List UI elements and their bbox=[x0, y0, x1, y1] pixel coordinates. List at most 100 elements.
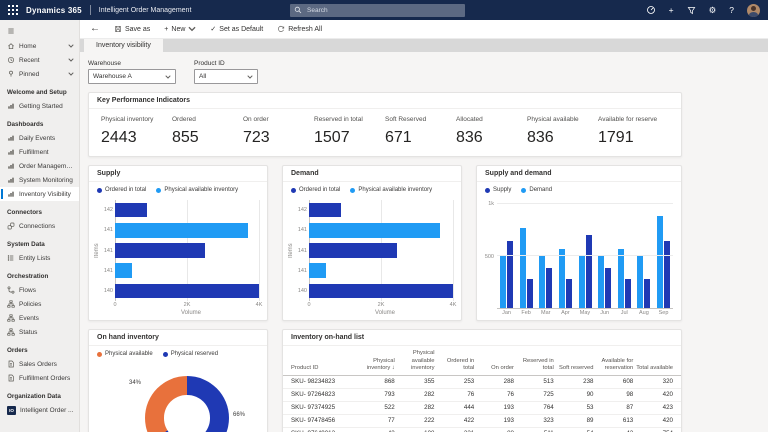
table-cell: 98 bbox=[594, 391, 634, 398]
bar[interactable] bbox=[598, 256, 604, 308]
quick-create-icon[interactable]: + bbox=[669, 6, 674, 15]
column-header[interactable]: On order bbox=[474, 363, 514, 375]
settings-gear-icon[interactable]: ⚙ bbox=[709, 6, 717, 15]
legend-item[interactable]: Physical available bbox=[97, 351, 153, 357]
table-row[interactable]: SKU- 97649012 42 108 331 88 511 54 42 75… bbox=[283, 428, 681, 432]
sidebar-item-flows[interactable]: Flows bbox=[0, 283, 79, 297]
column-header[interactable]: Physical available inventory bbox=[395, 348, 435, 375]
bar[interactable] bbox=[546, 268, 552, 308]
sidebar-item-daily-events[interactable]: Daily Events bbox=[0, 131, 79, 145]
bar[interactable] bbox=[507, 241, 513, 308]
filter-icon[interactable] bbox=[687, 6, 696, 15]
bar[interactable] bbox=[637, 256, 643, 308]
sidebar-item-fulfillment-orders[interactable]: Fulfillment Orders bbox=[0, 371, 79, 385]
sidebar-item-intelligent-order[interactable]: IO Intelligent Order ... bbox=[0, 403, 79, 417]
sidebar-item-inventory-visibility[interactable]: Inventory Visibility bbox=[0, 187, 79, 201]
bar[interactable] bbox=[657, 216, 663, 308]
app-launcher-icon[interactable] bbox=[8, 5, 18, 15]
bar[interactable] bbox=[309, 243, 397, 258]
chart-bar-row bbox=[309, 240, 453, 260]
column-header[interactable]: Physical inventory ↓ bbox=[355, 356, 395, 375]
legend-item[interactable]: Physical available inventory bbox=[156, 187, 238, 193]
kpi-label: Physical available bbox=[527, 116, 598, 123]
sidebar-item-events[interactable]: Events bbox=[0, 311, 79, 325]
legend-item[interactable]: Physical available inventory bbox=[350, 187, 432, 193]
sidebar-item-order-management[interactable]: Order Management bbox=[0, 159, 79, 173]
bar[interactable] bbox=[625, 279, 631, 308]
legend-item[interactable]: Supply bbox=[485, 187, 511, 193]
bar[interactable] bbox=[539, 256, 545, 308]
bar[interactable] bbox=[115, 263, 132, 278]
column-header[interactable]: Ordered in total bbox=[435, 356, 475, 375]
menu-toggle[interactable] bbox=[0, 23, 79, 39]
refresh-all-button[interactable]: Refresh All bbox=[277, 25, 322, 33]
gauge-icon[interactable] bbox=[646, 5, 656, 15]
y-axis-tick: 500 bbox=[485, 254, 494, 260]
column-header[interactable]: Soft reserved bbox=[554, 363, 594, 375]
bar[interactable] bbox=[527, 279, 533, 308]
sidebar-item-home[interactable]: Home bbox=[0, 39, 79, 53]
legend-item[interactable]: Ordered in total bbox=[97, 187, 146, 193]
bar[interactable] bbox=[559, 249, 565, 308]
tab-inventory-visibility[interactable]: Inventory visibility bbox=[84, 39, 163, 52]
table-cell: 288 bbox=[474, 378, 514, 385]
legend-item[interactable]: Demand bbox=[521, 187, 552, 193]
help-icon[interactable]: ? bbox=[729, 6, 734, 15]
legend-item[interactable]: Physical reserved bbox=[163, 351, 218, 357]
product-select[interactable]: All bbox=[194, 69, 258, 84]
column-header[interactable]: Available for reservation bbox=[594, 356, 634, 375]
app-area-title[interactable]: Intelligent Order Management bbox=[99, 7, 192, 14]
table-row[interactable]: SKU- 97264823 793 282 76 76 725 90 98 42… bbox=[283, 389, 681, 402]
bar[interactable] bbox=[644, 279, 650, 308]
bar[interactable] bbox=[605, 268, 611, 308]
sidebar-item-fulfillment[interactable]: Fulfillment bbox=[0, 145, 79, 159]
gridline bbox=[497, 255, 673, 256]
sidebar-item-policies[interactable]: Policies bbox=[0, 297, 79, 311]
column-header[interactable]: Reserved in total bbox=[514, 356, 554, 375]
bar[interactable] bbox=[500, 256, 506, 308]
sidebar-item-sales-orders[interactable]: Sales Orders bbox=[0, 357, 79, 371]
new-button[interactable]: + New bbox=[164, 25, 196, 33]
bar[interactable] bbox=[664, 241, 670, 308]
sidebar-item-pinned[interactable]: Pinned bbox=[0, 67, 79, 81]
command-bar: ← Save as + New ✓ Set as Default Refresh… bbox=[80, 20, 768, 39]
set-as-default-button[interactable]: ✓ Set as Default bbox=[210, 25, 263, 33]
bar[interactable] bbox=[309, 223, 440, 238]
bar[interactable] bbox=[309, 284, 453, 299]
sidebar-item-recent[interactable]: Recent bbox=[0, 53, 79, 67]
bar[interactable] bbox=[579, 256, 585, 308]
save-as-button[interactable]: Save as bbox=[114, 25, 150, 33]
table-row[interactable]: SKU- 97374925 522 282 444 193 764 53 87 … bbox=[283, 402, 681, 415]
sidebar-item-system-monitoring[interactable]: System Monitoring bbox=[0, 173, 79, 187]
column-header[interactable]: Product ID bbox=[291, 363, 355, 375]
bar[interactable] bbox=[115, 203, 147, 218]
bar[interactable] bbox=[115, 284, 259, 299]
global-search[interactable] bbox=[290, 4, 465, 17]
chart-icon bbox=[7, 176, 15, 184]
bar[interactable] bbox=[309, 263, 326, 278]
bar[interactable] bbox=[115, 223, 248, 238]
user-avatar[interactable] bbox=[747, 4, 760, 17]
x-axis-tick: Mar bbox=[539, 310, 552, 316]
sidebar-item-entity-lists[interactable]: Entity Lists bbox=[0, 251, 79, 265]
bar[interactable] bbox=[115, 243, 205, 258]
column-header[interactable]: Total available bbox=[633, 363, 673, 375]
bar[interactable] bbox=[309, 203, 341, 218]
bar[interactable] bbox=[566, 279, 572, 308]
app-brand[interactable]: Dynamics 365 bbox=[26, 6, 82, 15]
sidebar-item-getting-started[interactable]: Getting Started bbox=[0, 99, 79, 113]
warehouse-select[interactable]: Warehouse A bbox=[88, 69, 176, 84]
back-button[interactable]: ← bbox=[90, 24, 100, 34]
sidebar-item-connections[interactable]: Connections bbox=[0, 219, 79, 233]
sidebar-item-status[interactable]: Status bbox=[0, 325, 79, 339]
bar[interactable] bbox=[520, 228, 526, 308]
bar[interactable] bbox=[586, 235, 592, 308]
bar[interactable] bbox=[618, 249, 624, 308]
legend-dot-icon bbox=[163, 352, 168, 357]
table-row[interactable]: SKU- 98234823 868 355 253 288 513 238 60… bbox=[283, 376, 681, 389]
search-input[interactable] bbox=[305, 6, 461, 15]
table-row[interactable]: SKU- 97478456 77 222 422 193 323 89 613 … bbox=[283, 415, 681, 428]
y-axis-tick: 141 bbox=[101, 261, 115, 281]
donut-chart[interactable] bbox=[145, 376, 229, 432]
legend-item[interactable]: Ordered in total bbox=[291, 187, 340, 193]
